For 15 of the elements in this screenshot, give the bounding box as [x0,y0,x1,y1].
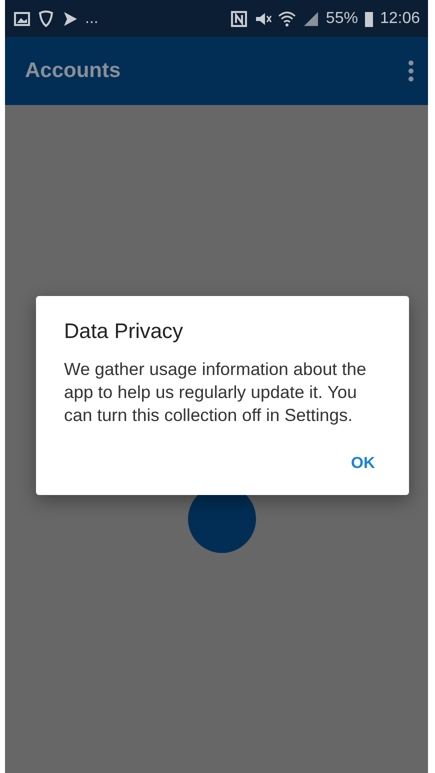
send-icon [61,10,79,28]
wifi-icon [278,10,296,28]
dialog-title: Data Privacy [64,320,184,344]
app-bar-title: Accounts [25,59,122,83]
shield-icon [37,10,55,28]
image-icon [13,10,31,28]
ok-button[interactable]: OK [345,447,381,481]
signal-icon [302,10,320,28]
battery-icon [364,10,374,28]
more-notifications: ... [85,10,98,28]
more-options-icon[interactable] [408,60,414,82]
nfc-icon [230,10,248,28]
battery-percentage: 55% [326,10,358,28]
dialog-message: We gather usage information about the app to help us regularly update it. You can turn this collection off in Settings. [64,358,368,427]
clock: 12:06 [380,10,420,28]
